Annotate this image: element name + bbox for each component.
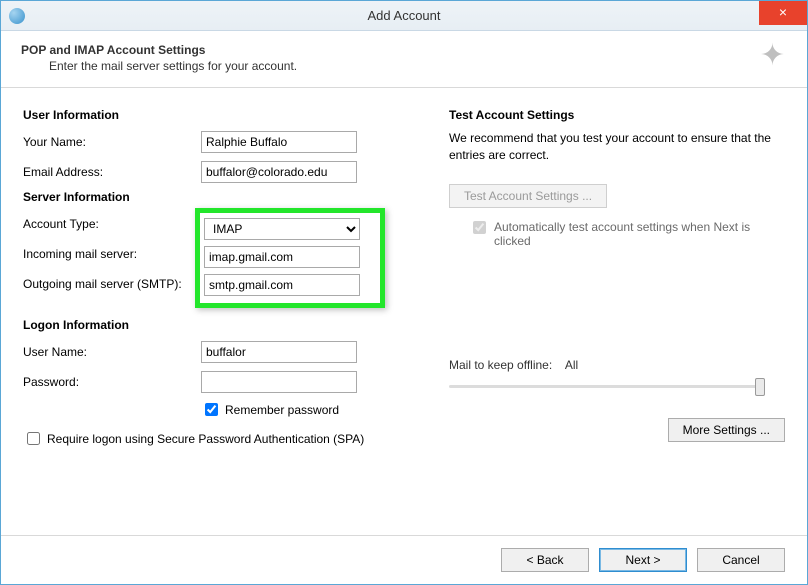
auto-test-row: Automatically test account settings when… — [469, 220, 785, 248]
test-blurb: We recommend that you test your account … — [449, 130, 785, 164]
server-highlight-box: IMAP — [195, 208, 385, 308]
next-button[interactable]: Next > — [599, 548, 687, 572]
outgoing-server-input[interactable] — [204, 274, 360, 296]
spa-label: Require logon using Secure Password Auth… — [47, 432, 364, 446]
left-column: User Information Your Name: Email Addres… — [23, 102, 427, 531]
your-name-input[interactable] — [201, 131, 357, 153]
close-button[interactable]: × — [759, 1, 807, 25]
footer: < Back Next > Cancel — [1, 535, 807, 584]
slider-thumb[interactable] — [755, 378, 765, 396]
email-input[interactable] — [201, 161, 357, 183]
wizard-header: POP and IMAP Account Settings Enter the … — [1, 31, 807, 88]
mail-keep-row: Mail to keep offline: All — [449, 358, 785, 396]
spa-checkbox[interactable] — [27, 432, 40, 445]
back-button[interactable]: < Back — [501, 548, 589, 572]
account-type-label: Account Type: — [23, 217, 201, 231]
test-heading: Test Account Settings — [449, 108, 785, 122]
username-label: User Name: — [23, 345, 201, 359]
password-label: Password: — [23, 375, 201, 389]
slider-track — [449, 385, 765, 388]
auto-test-label: Automatically test account settings when… — [494, 220, 774, 248]
header-subtitle: Enter the mail server settings for your … — [49, 59, 779, 73]
your-name-label: Your Name: — [23, 135, 201, 149]
cancel-button[interactable]: Cancel — [697, 548, 785, 572]
remember-password-row: Remember password — [201, 400, 427, 419]
mail-keep-value: All — [565, 358, 578, 372]
remember-password-checkbox[interactable] — [205, 403, 218, 416]
account-type-select[interactable]: IMAP — [204, 218, 360, 240]
server-info-heading: Server Information — [23, 190, 427, 204]
body: User Information Your Name: Email Addres… — [1, 88, 807, 535]
cursor-starburst-icon: ✦ — [760, 41, 785, 71]
password-input[interactable] — [201, 371, 357, 393]
email-label: Email Address: — [23, 165, 201, 179]
right-column: Test Account Settings We recommend that … — [449, 102, 785, 531]
incoming-label: Incoming mail server: — [23, 247, 201, 261]
remember-password-label: Remember password — [225, 403, 339, 417]
mail-keep-slider[interactable] — [449, 378, 765, 396]
username-input[interactable] — [201, 341, 357, 363]
outgoing-label: Outgoing mail server (SMTP): — [23, 277, 201, 291]
mail-keep-label: Mail to keep offline: — [449, 358, 552, 372]
incoming-server-input[interactable] — [204, 246, 360, 268]
test-account-button[interactable]: Test Account Settings ... — [449, 184, 607, 208]
auto-test-checkbox[interactable] — [473, 221, 486, 234]
logon-info-heading: Logon Information — [23, 318, 427, 332]
spa-row: Require logon using Secure Password Auth… — [23, 429, 427, 448]
titlebar: Add Account × — [1, 1, 807, 31]
header-title: POP and IMAP Account Settings — [21, 43, 779, 57]
window-title: Add Account — [1, 8, 807, 23]
user-info-heading: User Information — [23, 108, 427, 122]
app-icon — [9, 8, 25, 24]
more-settings-button[interactable]: More Settings ... — [668, 418, 785, 442]
add-account-window: Add Account × POP and IMAP Account Setti… — [0, 0, 808, 585]
